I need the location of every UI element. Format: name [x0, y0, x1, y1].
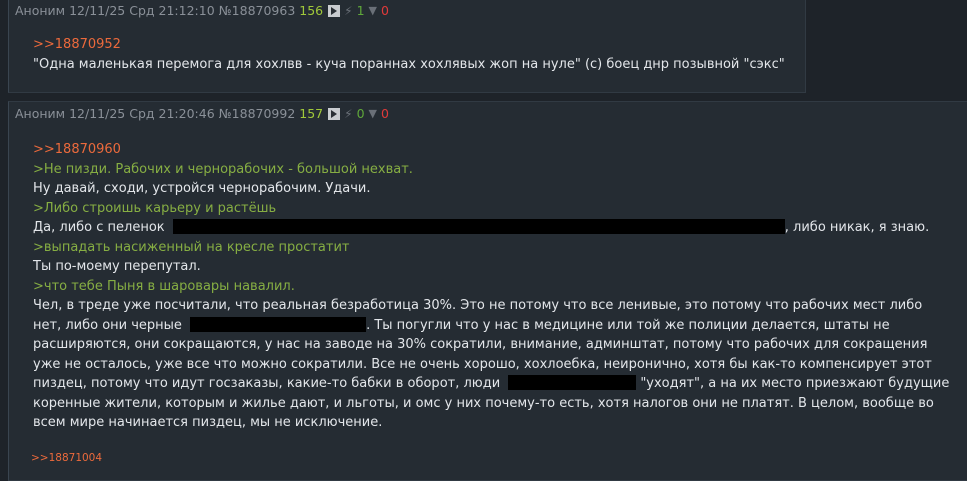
reply-link[interactable]: >>18870960: [33, 140, 955, 160]
text-line: коренные жители, которым и жилье дают, и…: [33, 395, 934, 411]
thumbs-down-icon[interactable]: ▼: [369, 4, 377, 17]
post-body: >>18870960 >Не пизди. Рабочих и чернораб…: [33, 140, 955, 433]
post-header: Аноним 12/11/25 Срд 21:20:46 №18870992 1…: [15, 106, 393, 121]
greentext-line: >что тебе Пыня в шаровары навалил.: [33, 278, 295, 294]
post-count: 156: [299, 3, 324, 18]
text-fragment: нет, либо они черные: [33, 317, 182, 333]
dislike-count[interactable]: 0: [381, 106, 389, 121]
spoiler[interactable]: [190, 316, 367, 332]
backlink[interactable]: >>18871004: [31, 452, 102, 464]
like-count[interactable]: 1: [357, 3, 365, 18]
greentext-line: >Не пизди. Рабочих и чернорабочих - боль…: [33, 161, 413, 177]
play-icon[interactable]: [328, 107, 341, 120]
text-line: всем мире начинается пиздец, мы не исклю…: [33, 415, 383, 430]
text-fragment: пиздец, потому что идут госзаказы, какие…: [33, 376, 501, 391]
post-number[interactable]: №18870992: [219, 106, 296, 121]
text-fragment: . Ты погугли что у нас в медицине или то…: [366, 317, 890, 333]
post-number[interactable]: №18870963: [219, 3, 296, 18]
post: Аноним 12/11/25 Срд 21:20:46 №18870992 1…: [8, 101, 967, 481]
text-fragment: "уходят", а на их место приезжают будущи…: [640, 376, 950, 391]
text-line: пиздец, потому что идут госзаказы, какие…: [33, 374, 955, 394]
like-count[interactable]: 0: [357, 106, 365, 121]
text-line: Да, либо с пеленок , либо никак, я знаю.: [33, 218, 955, 238]
post-datetime: 12/11/25 Срд 21:20:46: [69, 106, 215, 121]
post-datetime: 12/11/25 Срд 21:12:10: [69, 3, 215, 18]
greentext-line: >Либо строишь карьеру и растёшь: [33, 200, 277, 216]
greentext-line: >выпадать насиженный на кресле простатит: [33, 239, 350, 255]
lightning-icon[interactable]: ⚡: [344, 4, 352, 18]
post-header: Аноним 12/11/25 Срд 21:12:10 №18870963 1…: [15, 3, 393, 18]
post-author: Аноним: [15, 3, 66, 18]
text-line: расширяются, они сокращаются, у нас на з…: [33, 337, 928, 352]
post-count: 157: [299, 106, 324, 121]
text-line: уже не осталось, уже все что можно сокра…: [33, 356, 932, 372]
reply-link[interactable]: >>18870952: [33, 35, 785, 55]
post: Аноним 12/11/25 Срд 21:12:10 №18870963 1…: [8, 0, 806, 93]
text-line: Ну давай, сходи, устройся чернорабочим. …: [33, 181, 371, 196]
post-text: "Одна маленькая перемога для хохлвв - ку…: [33, 56, 785, 72]
text-line: нет, либо они черные . Ты погугли что у …: [33, 316, 955, 336]
spoiler[interactable]: [172, 219, 785, 234]
lightning-icon[interactable]: ⚡: [344, 107, 352, 121]
spoiler[interactable]: [508, 375, 637, 390]
text-fragment: , либо никак, я знаю.: [784, 220, 930, 235]
dislike-count[interactable]: 0: [381, 3, 389, 18]
post-body: >>18870952 "Одна маленькая перемога для …: [33, 35, 785, 74]
text-line: Ты по-моему перепутал.: [33, 259, 201, 274]
post-author: Аноним: [15, 106, 66, 121]
thumbs-down-icon[interactable]: ▼: [369, 107, 377, 120]
text-line: Чел, в треде уже посчитали, что реальная…: [33, 298, 923, 313]
play-icon[interactable]: [328, 4, 341, 17]
text-fragment: Да, либо с пеленок: [33, 220, 165, 235]
